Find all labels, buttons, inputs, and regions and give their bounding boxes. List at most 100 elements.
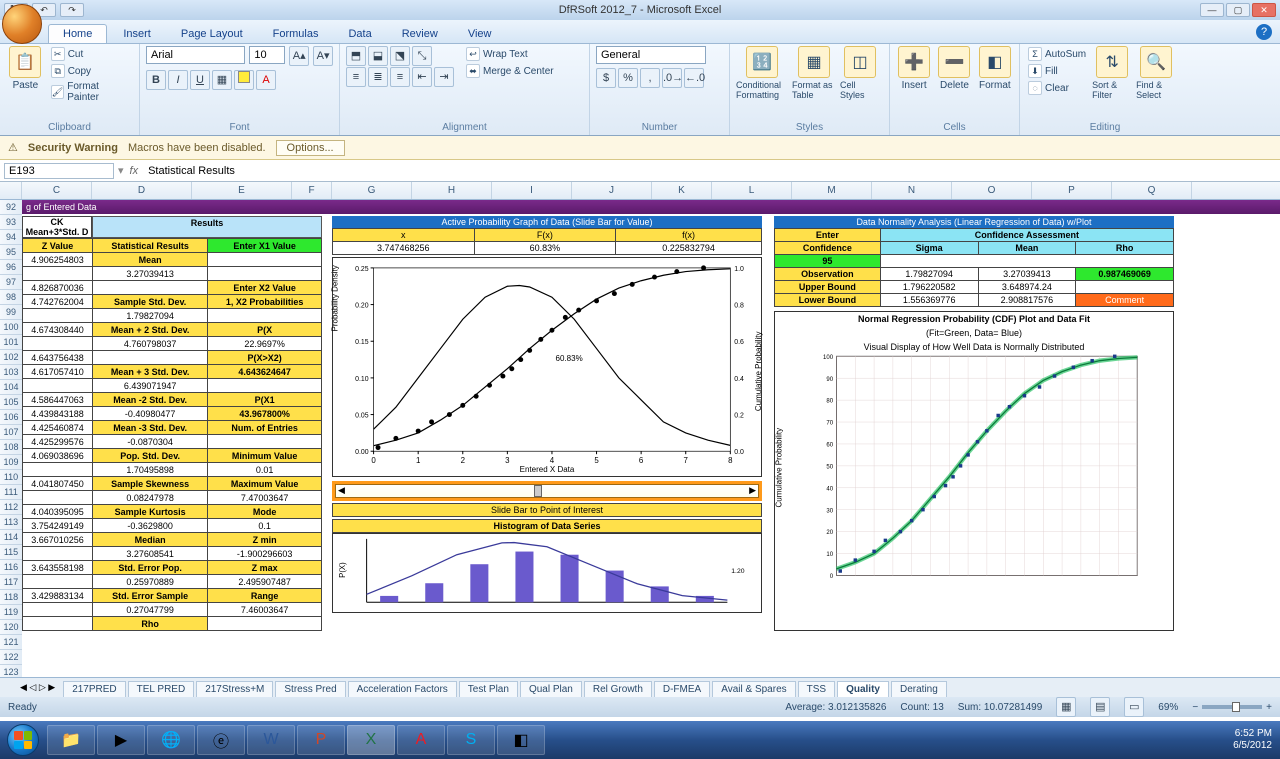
tab-home[interactable]: Home xyxy=(48,24,107,43)
formula-input[interactable]: Statistical Results xyxy=(144,164,1280,178)
maximize-button[interactable]: ▢ xyxy=(1226,3,1250,17)
security-options-button[interactable]: Options... xyxy=(276,140,345,156)
density-y2label: Cumulative Probability xyxy=(755,332,764,412)
tab-review[interactable]: Review xyxy=(388,25,452,43)
fx-icon[interactable]: fx xyxy=(124,165,145,177)
font-color-button[interactable]: A xyxy=(256,70,276,90)
autosum-button[interactable]: ΣAutoSum xyxy=(1026,46,1088,62)
help-icon[interactable]: ? xyxy=(1256,24,1272,40)
slider-track[interactable]: ◀ ▶ xyxy=(335,484,759,498)
sheet-tab[interactable]: Avail & Spares xyxy=(712,681,795,697)
format-cells-button[interactable]: ◧Format xyxy=(977,46,1013,91)
system-tray[interactable]: 6:52 PM 6/5/2012 xyxy=(1225,728,1280,752)
close-button[interactable]: ✕ xyxy=(1252,3,1276,17)
worksheet-grid[interactable]: CDEFGHIJKLMNOPQ 929394959697989910010110… xyxy=(0,182,1280,677)
font-size-combo[interactable]: 10 xyxy=(249,46,285,64)
sheet-tab[interactable]: Quality xyxy=(837,681,889,697)
column-headers[interactable]: CDEFGHIJKLMNOPQ xyxy=(0,182,1280,200)
grow-font-icon[interactable]: A▴ xyxy=(289,46,309,66)
comma-icon[interactable]: , xyxy=(640,68,660,88)
delete-cells-button[interactable]: ➖Delete xyxy=(936,46,972,91)
underline-button[interactable]: U xyxy=(190,70,210,90)
font-name-combo[interactable]: Arial xyxy=(146,46,245,64)
align-center-icon[interactable]: ≣ xyxy=(368,67,388,87)
paste-button[interactable]: 📋Paste xyxy=(6,46,45,104)
tray-time: 6:52 PM xyxy=(1233,728,1272,740)
taskbar-word-icon[interactable]: W xyxy=(247,725,295,755)
minimize-button[interactable]: — xyxy=(1200,3,1224,17)
sheet-tab[interactable]: Derating xyxy=(891,681,947,697)
sheet-tab[interactable]: Qual Plan xyxy=(520,681,582,697)
taskbar-excel-icon[interactable]: X xyxy=(347,725,395,755)
zoom-slider[interactable]: −+ xyxy=(1192,702,1272,713)
conditional-formatting-button[interactable]: 🔢Conditional Formatting xyxy=(736,46,788,100)
sheet-tabs[interactable]: ◀ ◁ ▷ ▶217PREDTEL PRED217Stress+MStress … xyxy=(0,677,1280,697)
taskbar-media-icon[interactable]: ▶ xyxy=(97,725,145,755)
view-layout-icon[interactable]: ▤ xyxy=(1090,697,1110,717)
fill-color-button[interactable] xyxy=(234,70,254,90)
tab-data[interactable]: Data xyxy=(334,25,385,43)
taskbar-chrome-icon[interactable]: 🌐 xyxy=(147,725,195,755)
border-button[interactable]: ▦ xyxy=(212,70,232,90)
sort-filter-button[interactable]: ⇅Sort & Filter xyxy=(1092,46,1132,100)
cell-styles-button[interactable]: ◫Cell Styles xyxy=(840,46,880,100)
taskbar-app-icon[interactable]: ◧ xyxy=(497,725,545,755)
align-top-icon[interactable]: ⬒ xyxy=(346,46,366,66)
row-headers[interactable]: 9293949596979899100101102103104105106107… xyxy=(0,200,22,677)
tab-formulas[interactable]: Formulas xyxy=(259,25,333,43)
dec-decimal-icon[interactable]: ←.0 xyxy=(684,68,704,88)
shrink-font-icon[interactable]: A▾ xyxy=(313,46,333,66)
align-middle-icon[interactable]: ⬓ xyxy=(368,46,388,66)
align-right-icon[interactable]: ≡ xyxy=(390,67,410,87)
indent-dec-icon[interactable]: ⇤ xyxy=(412,67,432,87)
tab-insert[interactable]: Insert xyxy=(109,25,165,43)
conf-comment[interactable]: Comment xyxy=(1076,294,1174,307)
svg-text:0.8: 0.8 xyxy=(734,303,744,310)
slider-thumb[interactable] xyxy=(534,485,542,497)
align-bottom-icon[interactable]: ⬔ xyxy=(390,46,410,66)
indent-inc-icon[interactable]: ⇥ xyxy=(434,67,454,87)
sheet-tab[interactable]: Test Plan xyxy=(459,681,518,697)
sheet-tab[interactable]: 217PRED xyxy=(63,681,125,697)
qat-redo-icon[interactable]: ↷ xyxy=(60,3,84,17)
sheet-tab[interactable]: D-FMEA xyxy=(654,681,710,697)
tab-view[interactable]: View xyxy=(454,25,506,43)
conf-pct[interactable]: 95 xyxy=(775,255,881,268)
wrap-text-button[interactable]: ↩Wrap Text xyxy=(464,46,556,62)
merge-center-button[interactable]: ⬌Merge & Center xyxy=(464,63,556,79)
currency-icon[interactable]: $ xyxy=(596,68,616,88)
bold-button[interactable]: B xyxy=(146,70,166,90)
view-break-icon[interactable]: ▭ xyxy=(1124,697,1144,717)
inc-decimal-icon[interactable]: .0→ xyxy=(662,68,682,88)
insert-cells-button[interactable]: ➕Insert xyxy=(896,46,932,91)
start-button[interactable] xyxy=(0,721,46,759)
italic-button[interactable]: I xyxy=(168,70,188,90)
sheet-tab[interactable]: Acceleration Factors xyxy=(348,681,457,697)
taskbar-ie-icon[interactable]: ⓔ xyxy=(197,725,245,755)
sheet-tab[interactable]: TSS xyxy=(798,681,835,697)
clear-button[interactable]: ◌Clear xyxy=(1026,80,1088,96)
copy-button[interactable]: ⧉Copy xyxy=(49,63,133,79)
taskbar-explorer-icon[interactable]: 📁 xyxy=(47,725,95,755)
fill-button[interactable]: ⬇Fill xyxy=(1026,63,1088,79)
orientation-icon[interactable]: ⤡ xyxy=(412,46,432,66)
svg-text:40: 40 xyxy=(826,486,833,492)
sheet-tab[interactable]: TEL PRED xyxy=(128,681,195,697)
percent-icon[interactable]: % xyxy=(618,68,638,88)
format-painter-button[interactable]: 🖌Format Painter xyxy=(49,80,133,104)
sheet-tab[interactable]: Stress Pred xyxy=(275,681,345,697)
sheet-tab[interactable]: 217Stress+M xyxy=(196,681,273,697)
cut-button[interactable]: ✂Cut xyxy=(49,46,133,62)
name-box[interactable]: E193 xyxy=(4,163,114,179)
taskbar-acrobat-icon[interactable]: A xyxy=(397,725,445,755)
number-format-combo[interactable]: General xyxy=(596,46,706,64)
tab-page-layout[interactable]: Page Layout xyxy=(167,25,257,43)
align-left-icon[interactable]: ≡ xyxy=(346,67,366,87)
view-normal-icon[interactable]: ▦ xyxy=(1056,697,1076,717)
office-button[interactable] xyxy=(2,4,42,44)
taskbar-powerpoint-icon[interactable]: P xyxy=(297,725,345,755)
taskbar-skype-icon[interactable]: S xyxy=(447,725,495,755)
sheet-tab[interactable]: Rel Growth xyxy=(584,681,652,697)
find-select-button[interactable]: 🔍Find & Select xyxy=(1136,46,1176,100)
format-table-button[interactable]: ▦Format as Table xyxy=(792,46,836,100)
